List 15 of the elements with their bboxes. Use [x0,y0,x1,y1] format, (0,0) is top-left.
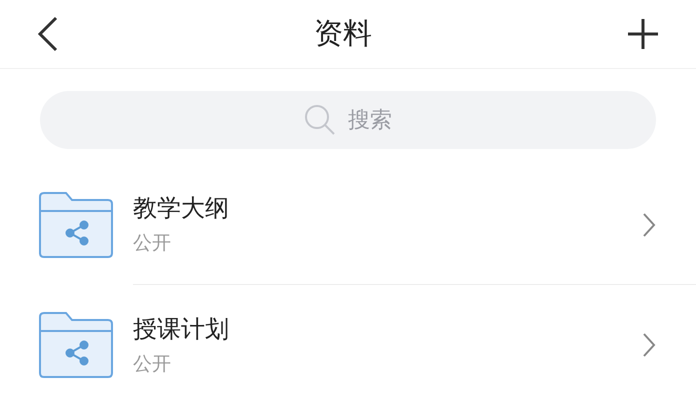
folder-name: 教学大纲 [133,196,230,220]
search-placeholder: 搜索 [348,106,392,134]
shared-folder-icon [38,311,114,379]
folder-row[interactable]: 教学大纲 公开 [0,165,696,285]
chevron-right-icon [642,212,656,238]
visibility-label: 公开 [133,354,172,374]
folder-row[interactable]: 授课计划 公开 [0,285,696,405]
shared-folder-icon [38,191,114,259]
back-icon[interactable] [36,16,60,52]
chevron-right-icon [642,332,656,358]
search-icon [304,104,336,136]
visibility-label: 公开 [133,234,172,253]
add-icon[interactable] [626,17,660,51]
page-title: 资料 [314,15,372,52]
folder-name: 授课计划 [133,316,230,340]
